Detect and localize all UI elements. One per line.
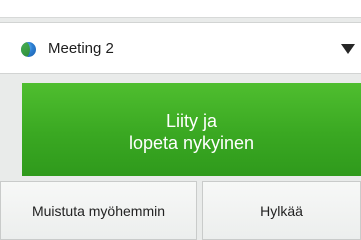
action-row: Muistuta myöhemmin Hylkää: [0, 181, 361, 240]
top-strip: [0, 0, 361, 18]
globe-icon: [21, 42, 36, 57]
call-panel: Meeting 2 Liity ja lopeta nykyinen Muist…: [0, 0, 361, 240]
meeting-label: Meeting 2: [48, 40, 114, 57]
remind-later-button[interactable]: Muistuta myöhemmin: [0, 181, 197, 240]
triangle-down-icon[interactable]: [341, 44, 355, 54]
decline-button[interactable]: Hylkää: [202, 181, 361, 240]
meeting-selector[interactable]: Meeting 2: [0, 22, 361, 74]
join-and-end-current-button[interactable]: Liity ja lopeta nykyinen: [22, 83, 361, 176]
join-button-label: Liity ja lopeta nykyinen: [128, 110, 255, 153]
